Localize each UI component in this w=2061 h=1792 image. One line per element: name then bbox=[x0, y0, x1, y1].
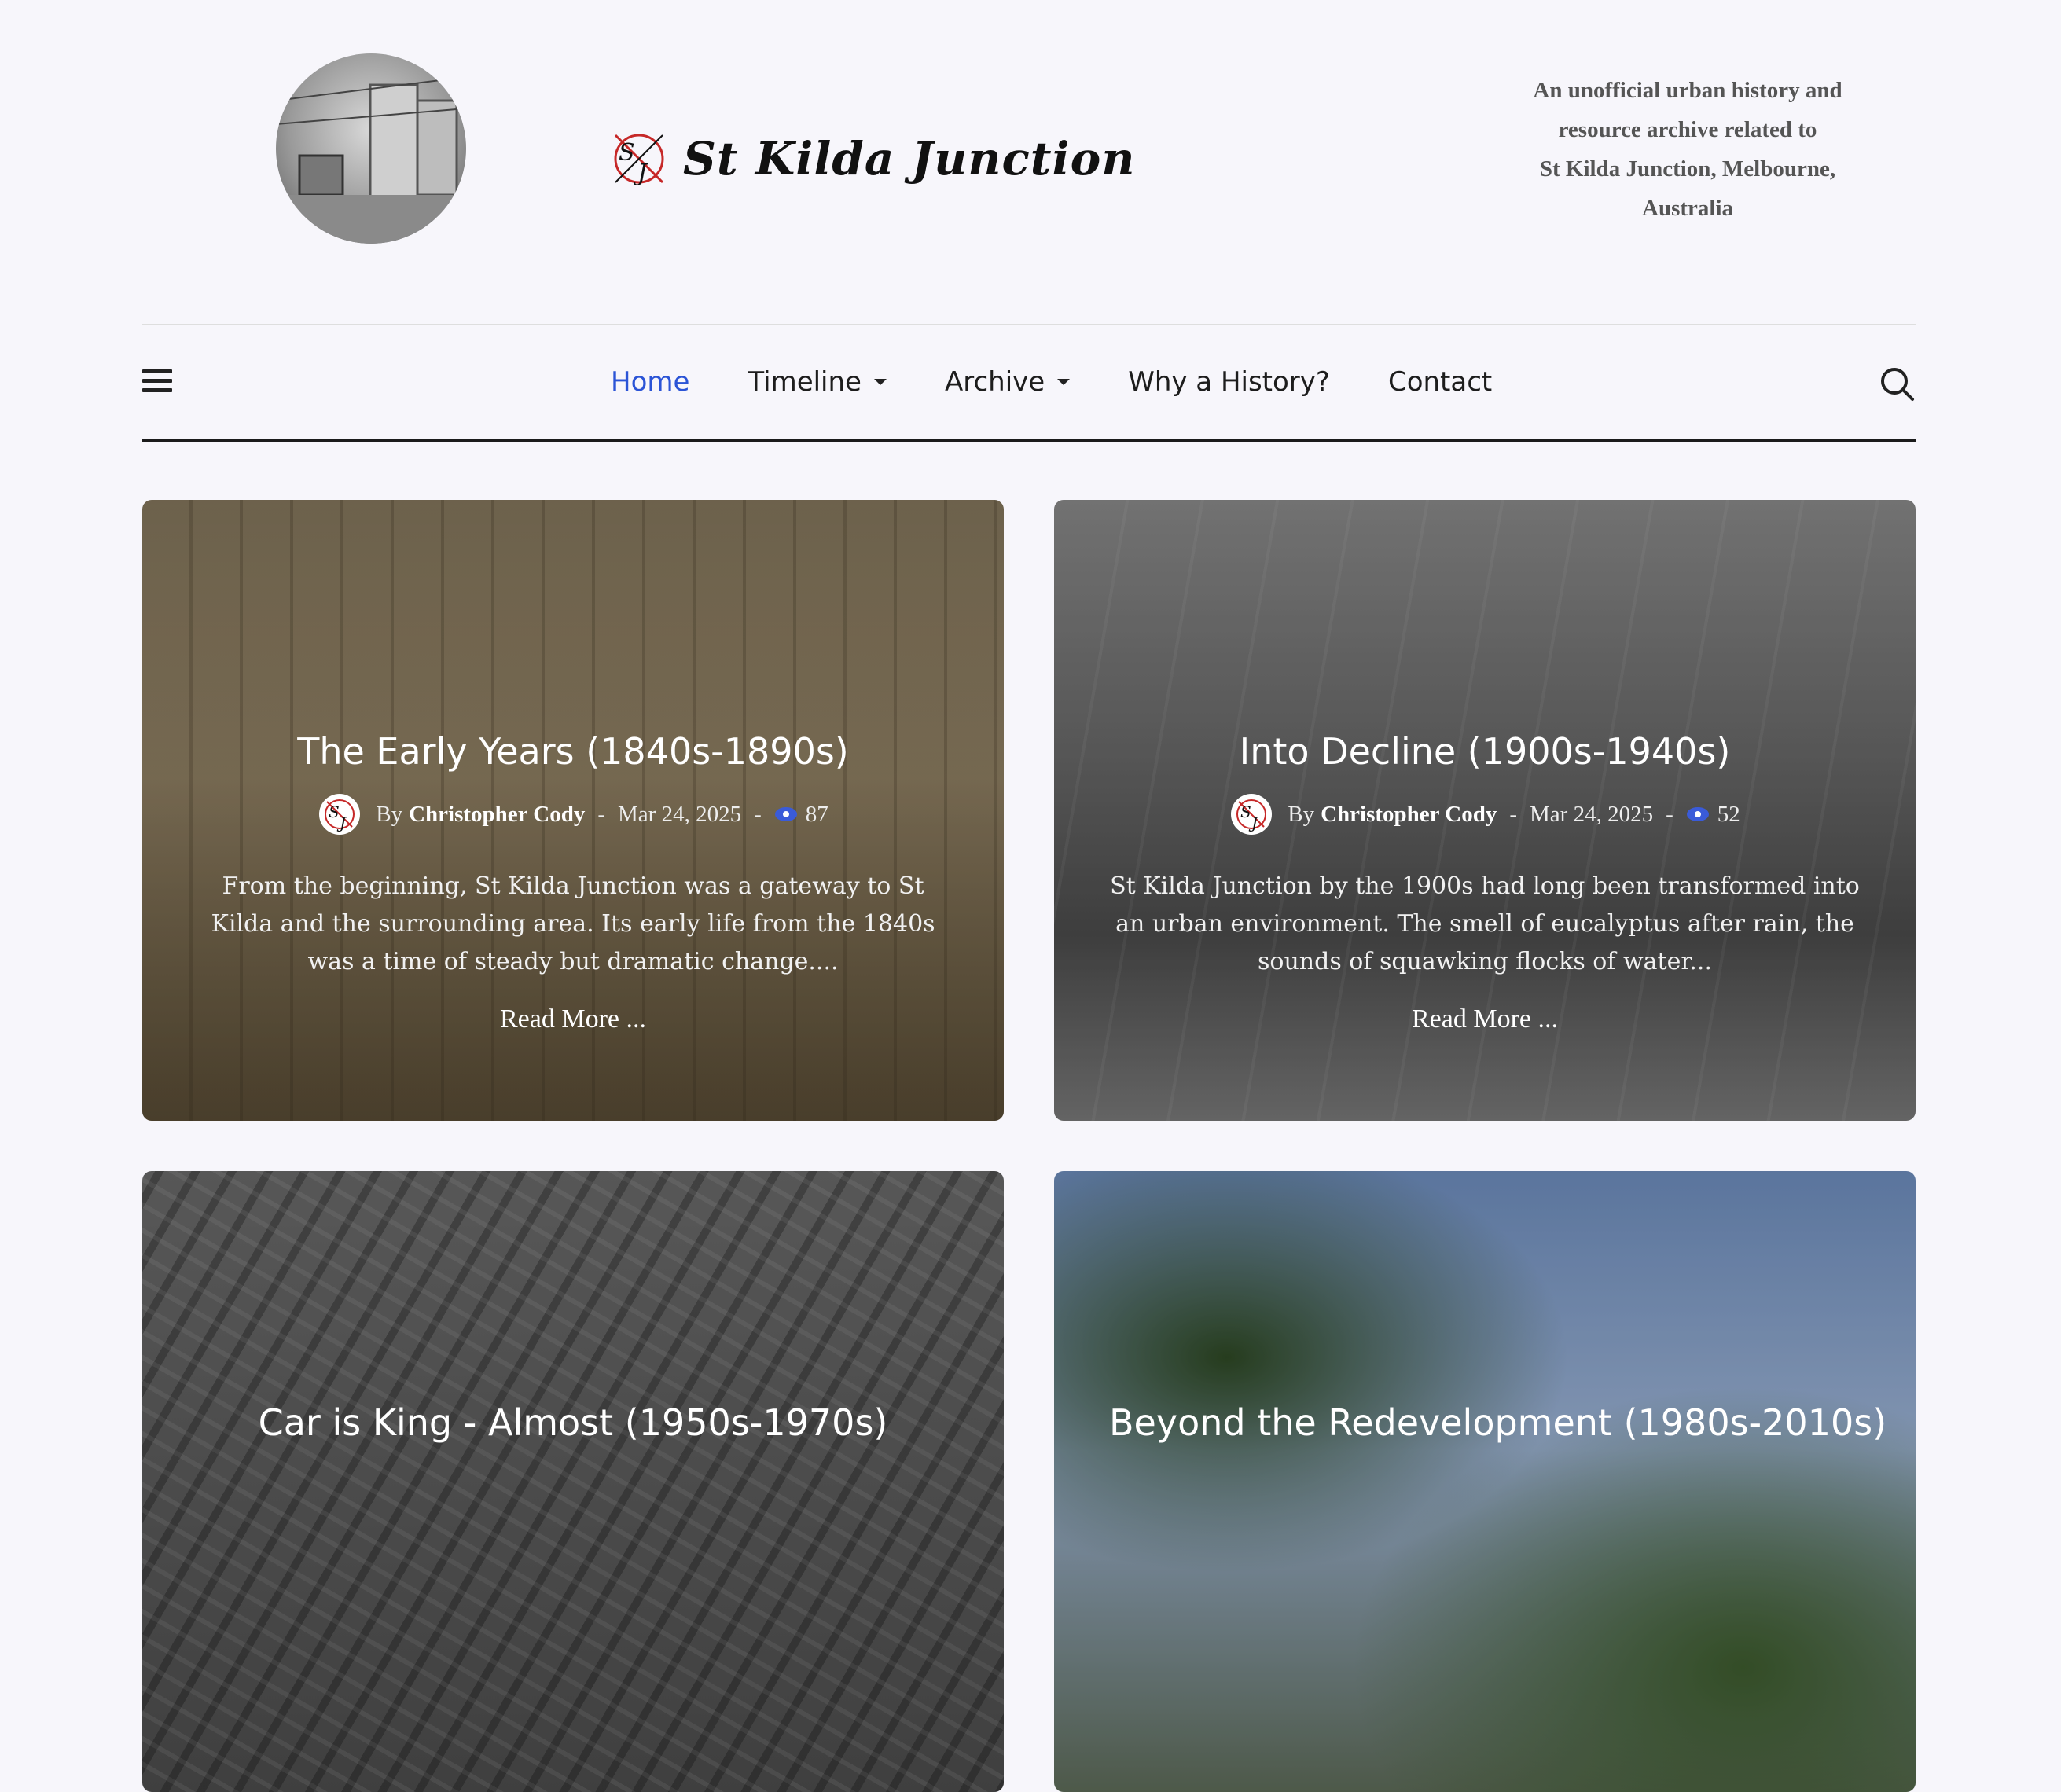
post-author[interactable]: Christopher Cody bbox=[1321, 802, 1497, 828]
tagline-line: An unofficial urban history and bbox=[1533, 78, 1842, 103]
post-author[interactable]: Christopher Cody bbox=[409, 802, 585, 828]
caret-down-icon bbox=[873, 379, 887, 385]
nav-item-why-a-history[interactable]: Why a History? bbox=[1128, 366, 1330, 398]
historic-building-photo-icon bbox=[276, 76, 466, 244]
post-content: Beyond the Redevelopment (1980s-2010s) bbox=[1109, 1399, 1886, 1446]
post-card[interactable]: The Early Years (1840s-1890s) S J By Chr… bbox=[142, 500, 1004, 1121]
meta-separator: - bbox=[754, 801, 762, 827]
nav-menu: Home Timeline Archive Why a History? Con… bbox=[611, 325, 1550, 439]
read-more-link[interactable]: Read More ... bbox=[197, 1004, 949, 1034]
post-excerpt: From the beginning, St Kilda Junction wa… bbox=[211, 872, 935, 975]
svg-text:S: S bbox=[329, 802, 340, 821]
post-card[interactable]: Car is King - Almost (1950s-1970s) bbox=[142, 1171, 1004, 1792]
post-content: The Early Years (1840s-1890s) S J By Chr… bbox=[197, 728, 949, 1034]
svg-text:S: S bbox=[1240, 802, 1251, 821]
logo-text: St Kilda Junction bbox=[683, 132, 1136, 185]
page-container: S J St Kilda Junction An unofficial urba… bbox=[142, 0, 1916, 1792]
nav-rule bbox=[142, 439, 1916, 442]
post-by: By bbox=[1288, 801, 1315, 827]
post-content: Car is King - Almost (1950s-1970s) bbox=[197, 1399, 949, 1446]
post-by: By bbox=[376, 801, 403, 827]
nav-item-label: Archive bbox=[944, 366, 1045, 398]
nav-item-label: Timeline bbox=[748, 366, 862, 398]
post-meta: S J By Christopher Cody - Mar 24, 2025 -… bbox=[197, 792, 949, 836]
eye-icon bbox=[1686, 807, 1709, 821]
post-date: Mar 24, 2025 bbox=[618, 801, 742, 827]
nav-item-label: Contact bbox=[1387, 366, 1493, 398]
search-icon[interactable] bbox=[1878, 365, 1916, 402]
post-views: 87 bbox=[805, 801, 828, 827]
post-title[interactable]: Car is King - Almost (1950s-1970s) bbox=[197, 1399, 949, 1446]
post-card[interactable]: Beyond the Redevelopment (1980s-2010s) bbox=[1054, 1171, 1916, 1792]
nav-item-label: Why a History? bbox=[1128, 366, 1330, 398]
nav-item-label: Home bbox=[611, 366, 690, 398]
nav-item-archive[interactable]: Archive bbox=[944, 366, 1071, 398]
tagline-line: resource archive related to bbox=[1558, 117, 1817, 142]
eye-icon bbox=[774, 807, 797, 821]
sj-monogram-icon: S J bbox=[614, 134, 664, 187]
meta-separator: - bbox=[1666, 801, 1673, 827]
read-more-link[interactable]: Read More ... bbox=[1109, 1004, 1861, 1034]
header-photo bbox=[276, 53, 466, 244]
tagline-line: Australia bbox=[1642, 196, 1733, 221]
post-title[interactable]: The Early Years (1840s-1890s) bbox=[197, 728, 949, 775]
hamburger-icon[interactable] bbox=[142, 369, 172, 395]
site-header: S J St Kilda Junction An unofficial urba… bbox=[142, 0, 1916, 325]
svg-text:S: S bbox=[619, 139, 635, 167]
nav-item-home[interactable]: Home bbox=[611, 366, 689, 398]
meta-separator: - bbox=[597, 801, 605, 827]
caret-down-icon bbox=[1057, 379, 1071, 385]
post-title[interactable]: Into Decline (1900s-1940s) bbox=[1109, 728, 1861, 775]
author-avatar: S J bbox=[319, 794, 361, 835]
author-avatar: S J bbox=[1231, 794, 1273, 835]
post-meta: S J By Christopher Cody - Mar 24, 2025 -… bbox=[1109, 792, 1861, 836]
main-nav: Home Timeline Archive Why a History? Con… bbox=[142, 325, 1916, 442]
nav-item-timeline[interactable]: Timeline bbox=[748, 366, 887, 398]
post-title[interactable]: Beyond the Redevelopment (1980s-2010s) bbox=[1109, 1399, 1886, 1446]
meta-separator: - bbox=[1509, 801, 1517, 827]
post-views: 52 bbox=[1717, 801, 1740, 827]
nav-item-contact[interactable]: Contact bbox=[1388, 366, 1492, 398]
post-date: Mar 24, 2025 bbox=[1530, 801, 1654, 827]
post-content: Into Decline (1900s-1940s) S J By Christ… bbox=[1109, 728, 1861, 1034]
site-tagline: An unofficial urban history and resource… bbox=[1483, 71, 1892, 228]
post-card[interactable]: Into Decline (1900s-1940s) S J By Christ… bbox=[1054, 500, 1916, 1121]
tagline-line: St Kilda Junction, Melbourne, bbox=[1539, 156, 1836, 182]
post-excerpt: St Kilda Junction by the 1900s had long … bbox=[1110, 872, 1860, 975]
site-logo[interactable]: S J St Kilda Junction bbox=[606, 126, 1135, 192]
